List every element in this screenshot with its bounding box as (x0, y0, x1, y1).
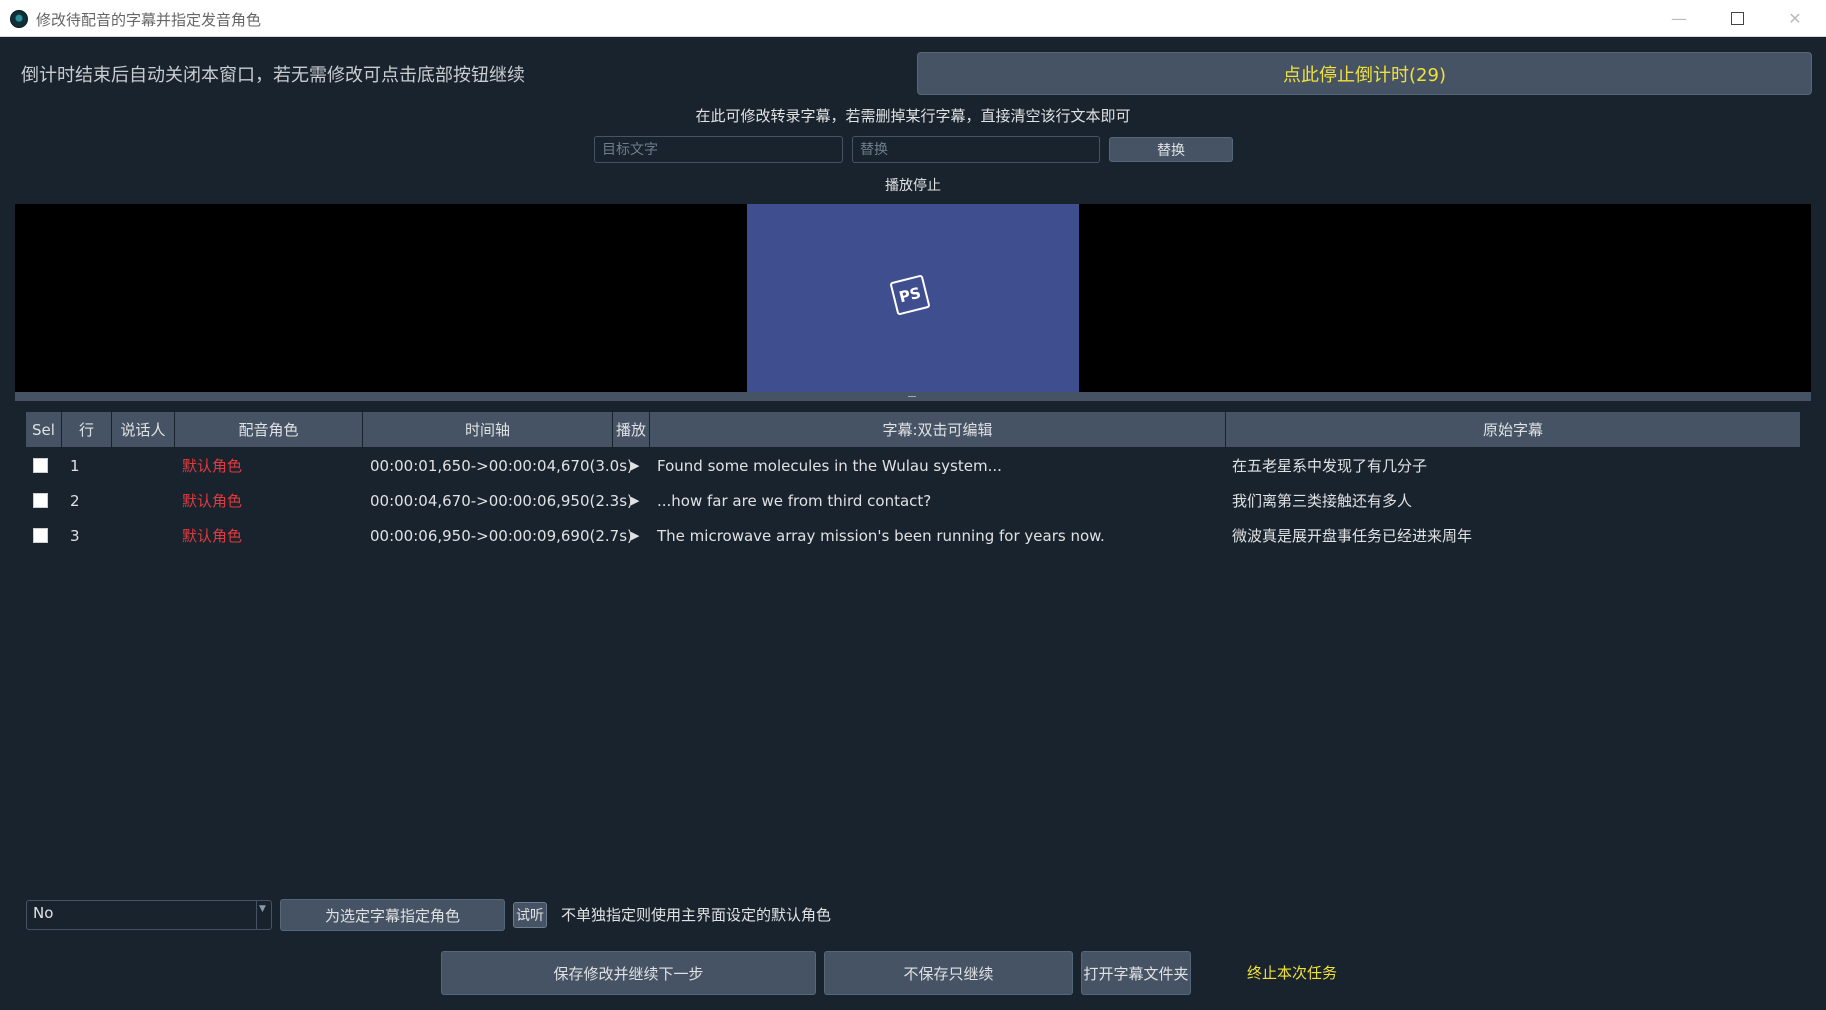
row-play-icon[interactable]: ▶ (631, 518, 639, 553)
table-row: 3 默认角色 00:00:06,950->00:00:09,690(2.7s) … (26, 518, 1800, 553)
title-bar (0, 0, 1826, 37)
save-continue-button[interactable]: 保存修改并继续下一步 (441, 951, 816, 995)
maximize-button[interactable] (1708, 0, 1766, 37)
column-header-subtitle[interactable]: 字幕:双击可编辑 (650, 412, 1226, 447)
countdown-note: 倒计时结束后自动关闭本窗口，若无需修改可点击底部按钮继续 (21, 65, 525, 86)
row-timeline: 00:00:04,670->00:00:06,950(2.3s) (370, 491, 633, 510)
row-play-icon[interactable]: ▶ (631, 448, 639, 483)
stop-countdown-button[interactable]: 点此停止倒计时(29) (917, 52, 1812, 95)
role-select-value: No (33, 904, 54, 922)
row-line-number: 1 (70, 456, 80, 475)
abort-task-link[interactable]: 终止本次任务 (1247, 962, 1337, 983)
row-select-checkbox[interactable] (33, 528, 48, 543)
app-logo-icon (10, 10, 28, 28)
row-original: 在五老星系中发现了有几分子 (1232, 457, 1428, 475)
row-subtitle[interactable]: ...how far are we from third contact? (657, 483, 931, 518)
row-select-checkbox[interactable] (33, 493, 48, 508)
close-button[interactable]: ✕ (1766, 0, 1824, 37)
column-header-sel[interactable]: Sel (26, 412, 62, 447)
row-original: 我们离第三类接触还有多人 (1232, 492, 1413, 510)
row-original: 微波真是展开盘事任务已经进来周年 (1232, 527, 1473, 545)
row-line-number: 2 (70, 491, 80, 510)
table-row: 1 默认角色 00:00:01,650->00:00:04,670(3.0s) … (26, 448, 1800, 483)
row-role[interactable]: 默认角色 (182, 518, 242, 553)
column-header-speaker[interactable]: 说话人 (112, 412, 175, 447)
continue-without-save-button[interactable]: 不保存只继续 (824, 951, 1073, 995)
column-header-original[interactable]: 原始字幕 (1226, 412, 1800, 447)
open-subtitle-folder-button[interactable]: 打开字幕文件夹 (1081, 951, 1191, 995)
splitter-grip-icon (908, 396, 916, 397)
default-role-note: 不单独指定则使用主界面设定的默认角色 (561, 906, 832, 924)
row-role[interactable]: 默认角色 (182, 448, 242, 483)
row-subtitle[interactable]: Found some molecules in the Wulau system… (657, 448, 1002, 483)
target-text-input[interactable] (594, 136, 843, 163)
row-role[interactable]: 默认角色 (182, 483, 242, 518)
column-header-role[interactable]: 配音角色 (175, 412, 363, 447)
row-timeline: 00:00:06,950->00:00:09,690(2.7s) (370, 526, 633, 545)
maximize-icon (1730, 12, 1744, 25)
replace-text-input[interactable] (852, 136, 1100, 163)
row-subtitle[interactable]: The microwave array mission's been runni… (657, 518, 1105, 553)
row-timeline: 00:00:01,650->00:00:04,670(3.0s) (370, 456, 633, 475)
column-header-play[interactable]: 播放 (613, 412, 650, 447)
assign-role-button[interactable]: 为选定字幕指定角色 (280, 899, 505, 931)
column-header-timeline[interactable]: 时间轴 (363, 412, 613, 447)
chevron-down-icon[interactable]: ▼ (259, 904, 266, 914)
table-row: 2 默认角色 00:00:04,670->00:00:06,950(2.3s) … (26, 483, 1800, 518)
minimize-button[interactable]: — (1650, 0, 1708, 37)
row-select-checkbox[interactable] (33, 458, 48, 473)
replace-button[interactable]: 替换 (1109, 137, 1233, 162)
dropdown-divider (256, 901, 257, 929)
row-play-icon[interactable]: ▶ (631, 483, 639, 518)
role-select-dropdown[interactable] (26, 900, 272, 930)
window-title: 修改待配音的字幕并指定发音角色 (36, 11, 262, 29)
column-header-line[interactable]: 行 (62, 412, 112, 447)
playback-status: 播放停止 (885, 178, 941, 194)
row-line-number: 3 (70, 526, 80, 545)
edit-hint: 在此可修改转录字幕，若需删掉某行字幕，直接清空该行文本即可 (695, 107, 1131, 125)
audition-button[interactable]: 试听 (513, 902, 547, 928)
